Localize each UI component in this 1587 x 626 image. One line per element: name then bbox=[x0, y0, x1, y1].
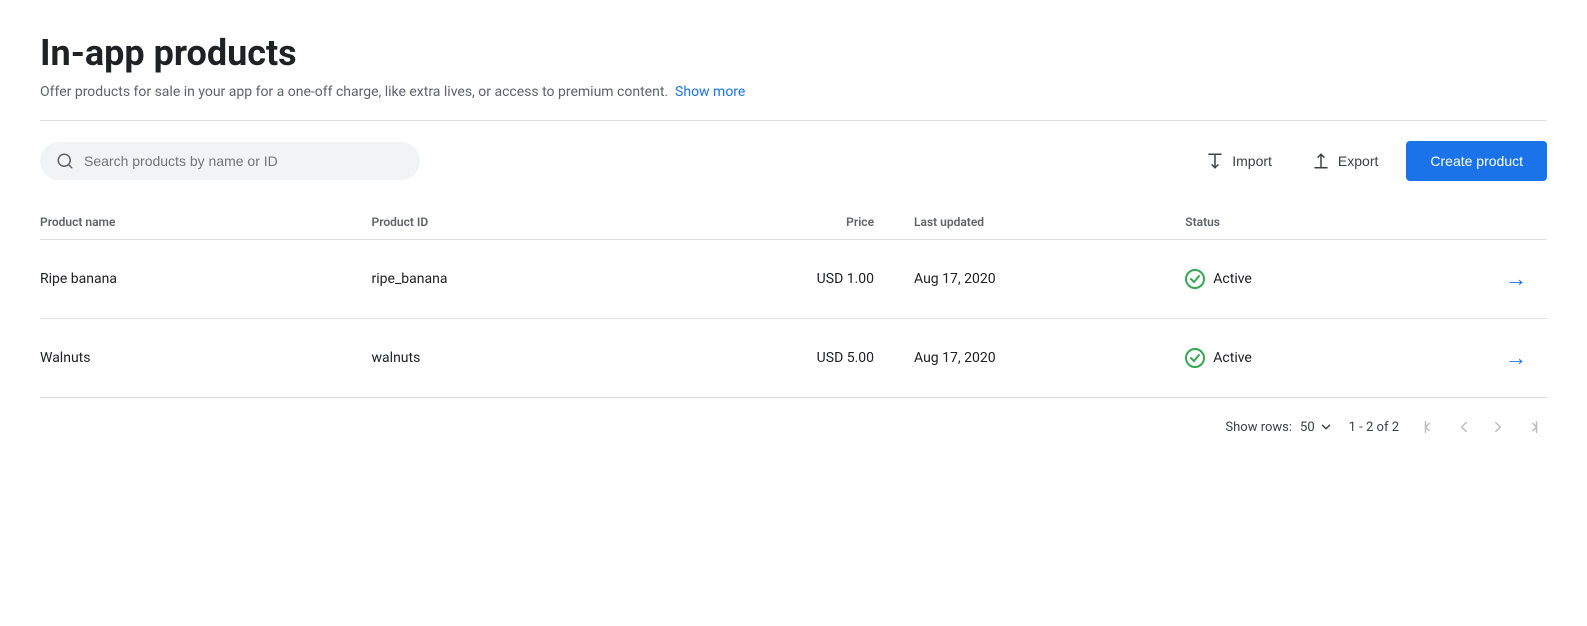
import-button[interactable]: Import bbox=[1194, 144, 1284, 178]
cell-product-id: ripe_banana bbox=[372, 240, 704, 319]
next-page-button[interactable] bbox=[1483, 414, 1513, 440]
cell-product-name: Ripe banana bbox=[40, 240, 372, 319]
active-status-icon bbox=[1185, 348, 1205, 368]
table-header-row: Product name Product ID Price Last updat… bbox=[40, 205, 1547, 240]
row-detail-button[interactable]: → bbox=[1497, 262, 1535, 296]
rows-selector: Show rows: 50 bbox=[1225, 420, 1332, 435]
products-table: Product name Product ID Price Last updat… bbox=[40, 205, 1547, 398]
cell-arrow: → bbox=[1426, 319, 1547, 398]
search-box bbox=[40, 142, 420, 180]
cell-arrow: → bbox=[1426, 240, 1547, 319]
export-icon bbox=[1312, 152, 1330, 170]
col-header-product-name: Product name bbox=[40, 205, 372, 240]
search-input[interactable] bbox=[84, 153, 404, 169]
create-product-button[interactable]: Create product bbox=[1406, 141, 1547, 181]
search-icon bbox=[56, 152, 74, 170]
show-rows-label: Show rows: bbox=[1225, 420, 1292, 435]
cell-last-updated: Aug 17, 2020 bbox=[914, 319, 1185, 398]
row-detail-button[interactable]: → bbox=[1497, 341, 1535, 375]
first-page-icon bbox=[1421, 418, 1439, 436]
col-header-last-updated: Last updated bbox=[914, 205, 1185, 240]
active-status-icon bbox=[1185, 269, 1205, 289]
cell-price: USD 1.00 bbox=[703, 240, 914, 319]
chevron-down-icon bbox=[1319, 420, 1333, 434]
cell-product-id: walnuts bbox=[372, 319, 704, 398]
cell-status: Active bbox=[1185, 319, 1426, 398]
cell-status: Active bbox=[1185, 240, 1426, 319]
table-row: Ripe banana ripe_banana USD 1.00 Aug 17,… bbox=[40, 240, 1547, 319]
status-label: Active bbox=[1213, 271, 1252, 287]
page-navigation bbox=[1415, 414, 1547, 440]
toolbar: Import Export Create product bbox=[40, 141, 1547, 181]
cell-product-name: Walnuts bbox=[40, 319, 372, 398]
export-button[interactable]: Export bbox=[1300, 144, 1390, 178]
col-header-product-id: Product ID bbox=[372, 205, 704, 240]
chevron-left-icon bbox=[1455, 418, 1473, 436]
rows-per-page-value: 50 bbox=[1300, 420, 1315, 435]
import-icon bbox=[1206, 152, 1224, 170]
page-info: 1 - 2 of 2 bbox=[1349, 420, 1399, 435]
rows-per-page-select[interactable]: 50 bbox=[1300, 420, 1333, 435]
cell-price: USD 5.00 bbox=[703, 319, 914, 398]
divider bbox=[40, 120, 1547, 121]
show-more-link[interactable]: Show more bbox=[675, 84, 745, 100]
page-title: In-app products bbox=[40, 32, 1547, 74]
first-page-button[interactable] bbox=[1415, 414, 1445, 440]
col-header-status: Status bbox=[1185, 205, 1426, 240]
col-header-price: Price bbox=[703, 205, 914, 240]
pagination-row: Show rows: 50 1 - 2 of 2 bbox=[40, 398, 1547, 448]
table-row: Walnuts walnuts USD 5.00 Aug 17, 2020 Ac… bbox=[40, 319, 1547, 398]
page-subtitle: Offer products for sale in your app for … bbox=[40, 84, 1547, 100]
cell-last-updated: Aug 17, 2020 bbox=[914, 240, 1185, 319]
last-page-button[interactable] bbox=[1517, 414, 1547, 440]
chevron-right-icon bbox=[1489, 418, 1507, 436]
last-page-icon bbox=[1523, 418, 1541, 436]
status-label: Active bbox=[1213, 350, 1252, 366]
prev-page-button[interactable] bbox=[1449, 414, 1479, 440]
